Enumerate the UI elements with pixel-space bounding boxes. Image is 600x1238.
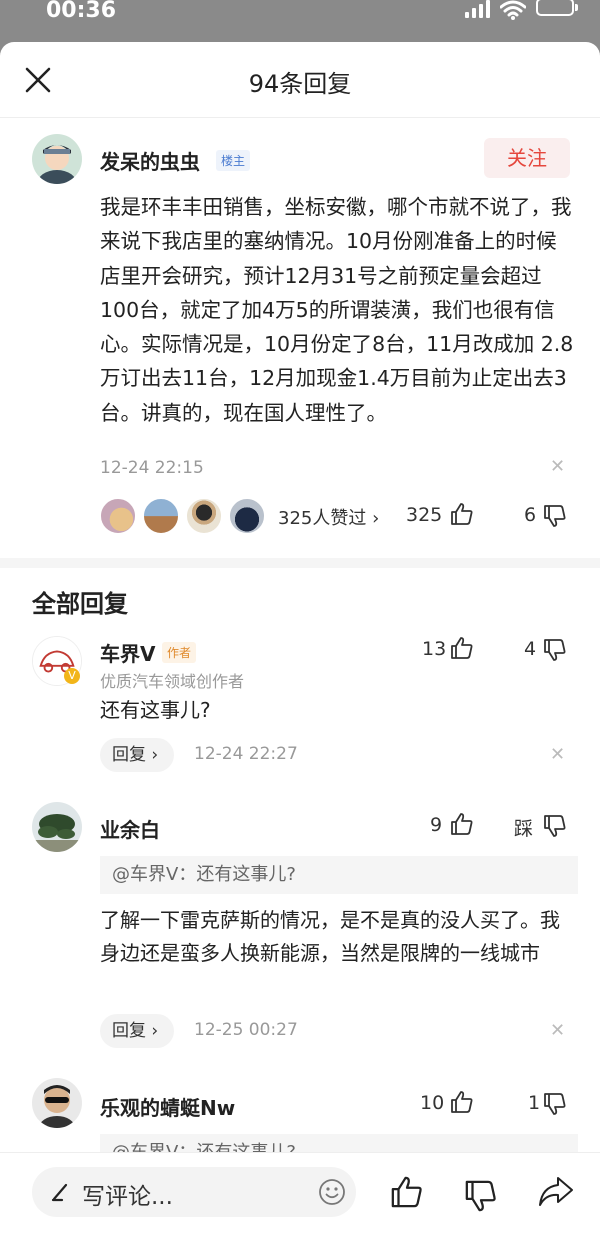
reply-author-name[interactable]: 车界V <box>100 638 155 667</box>
reply-dislike-label: 踩 <box>514 818 534 840</box>
emoji-icon[interactable] <box>318 1178 346 1206</box>
avatar[interactable] <box>32 802 82 852</box>
wifi-icon <box>500 0 526 20</box>
section-divider <box>0 558 600 568</box>
quoted-reply: @车界V：还有这事儿? <box>100 856 578 894</box>
liker-avatar[interactable] <box>185 497 223 535</box>
battery-icon <box>536 0 578 16</box>
liker-avatar[interactable] <box>142 497 180 535</box>
post-timestamp: 12-24 22:15 <box>100 458 204 478</box>
reply-item: 乐观的蜻蜓Nw 10 1 @车界V：还有这事儿? <box>0 42 600 1172</box>
reply-text: 还有这事儿? <box>100 698 211 722</box>
dismiss-icon[interactable]: ✕ <box>550 456 565 477</box>
dislike-icon[interactable] <box>464 1179 498 1213</box>
thumbs-down-icon[interactable] <box>543 814 567 838</box>
like-icon[interactable] <box>390 1175 424 1209</box>
status-time: 00:36 <box>46 0 117 23</box>
reply-sheet: 94条回复 发呆的虫虫 楼主 关注 我是环丰丰田销售，坐标安徽，哪个市就不说了，… <box>0 42 600 1238</box>
pen-icon <box>51 1183 68 1202</box>
thumbs-down-icon[interactable] <box>543 1092 567 1116</box>
comment-input[interactable]: 写评论... <box>32 1167 356 1217</box>
liker-avatar[interactable] <box>228 497 266 535</box>
follow-button[interactable]: 关注 <box>484 138 570 178</box>
reply-like-count: 9 <box>430 814 443 836</box>
cellular-signal-icon <box>465 0 490 18</box>
reply-dislike-count: 4 <box>524 638 537 660</box>
share-icon[interactable] <box>538 1175 574 1209</box>
status-bar: 00:36 <box>0 0 600 40</box>
reply-like-count: 10 <box>420 1092 445 1114</box>
avatar[interactable] <box>32 1078 82 1128</box>
reply-timestamp: 12-25 00:27 <box>194 1020 298 1040</box>
thumbs-up-icon[interactable] <box>450 502 474 526</box>
thumbs-up-icon[interactable] <box>450 636 474 660</box>
reply-button[interactable]: 回复 › <box>100 1014 174 1048</box>
post-text: 我是环丰丰田销售，坐标安徽，哪个市就不说了，我来说下我店里的塞纳情况。10月份刚… <box>100 195 574 425</box>
thumbs-up-icon[interactable] <box>450 1090 474 1114</box>
verified-badge-icon: V <box>64 668 80 684</box>
avatar[interactable] <box>32 134 82 184</box>
reply-author-name[interactable]: 业余白 <box>100 814 160 843</box>
comment-placeholder: 写评论... <box>82 1184 173 1210</box>
post-like-count: 325 <box>406 504 443 526</box>
status-icons <box>465 0 578 20</box>
reply-timestamp: 12-24 22:27 <box>194 744 298 764</box>
post-dislike-count: 6 <box>524 504 537 526</box>
liker-avatar[interactable] <box>99 497 137 535</box>
dismiss-icon[interactable]: ✕ <box>550 744 565 765</box>
reply-button[interactable]: 回复 › <box>100 738 174 772</box>
reply-like-count: 13 <box>422 638 447 660</box>
bottom-action-bar: 写评论... <box>0 1152 600 1238</box>
likers-link[interactable]: 325人赞过 › <box>278 504 379 530</box>
thumbs-down-icon[interactable] <box>543 504 567 528</box>
thumbs-down-icon[interactable] <box>543 638 567 662</box>
owner-badge: 楼主 <box>216 150 251 171</box>
post-author-name[interactable]: 发呆的虫虫 <box>100 146 200 175</box>
reply-text: 了解一下雷克萨斯的情况，是不是真的没人买了。我身边还是蛮多人换新能源，当然是限牌… <box>100 908 560 965</box>
author-subtitle: 优质汽车领域创作者 <box>100 672 245 691</box>
reply-dislike-count: 1 <box>528 1092 541 1114</box>
thumbs-up-icon[interactable] <box>450 812 474 836</box>
main-post: 发呆的虫虫 楼主 关注 我是环丰丰田销售，坐标安徽，哪个市就不说了，我来说下我店… <box>0 42 600 562</box>
all-replies-heading: 全部回复 <box>32 590 128 618</box>
author-badge: 作者 <box>162 642 197 663</box>
dismiss-icon[interactable]: ✕ <box>550 1020 565 1041</box>
reply-author-name[interactable]: 乐观的蜻蜓Nw <box>100 1092 235 1121</box>
